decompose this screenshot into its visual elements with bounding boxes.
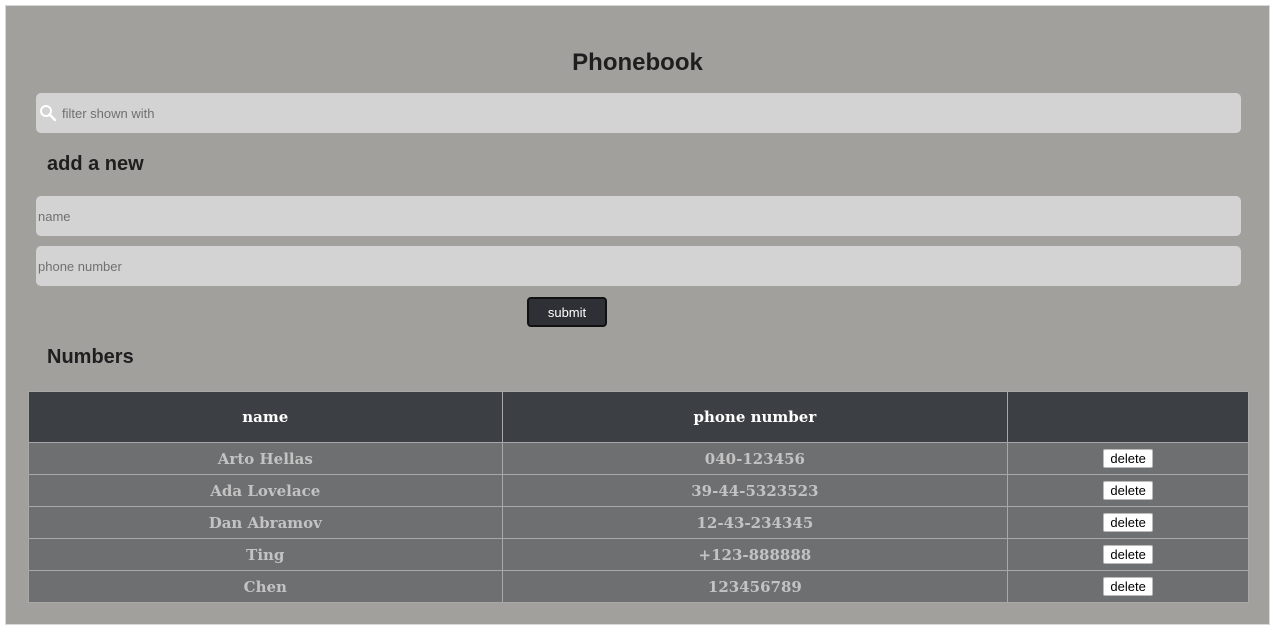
action-cell: delete — [1007, 570, 1249, 603]
column-header-phone-number: phone number — [501, 391, 1009, 443]
person-number: 040-123456 — [501, 442, 1009, 475]
search-icon — [40, 105, 57, 122]
table-row: Arto Hellas 040-123456 delete — [28, 442, 1249, 475]
numbers-heading: Numbers — [47, 346, 134, 368]
delete-button[interactable]: delete — [1103, 545, 1153, 564]
action-cell: delete — [1007, 506, 1249, 539]
filter-bar — [36, 93, 1241, 133]
phone-number-input[interactable] — [36, 246, 1241, 286]
name-input[interactable] — [36, 196, 1241, 236]
delete-button[interactable]: delete — [1103, 449, 1153, 468]
person-number: 12-43-234345 — [501, 506, 1009, 539]
delete-button[interactable]: delete — [1103, 577, 1153, 596]
table-header-row: name phone number — [28, 391, 1249, 443]
person-name: Dan Abramov — [28, 506, 503, 539]
table-row: Ting +123-888888 delete — [28, 538, 1249, 571]
action-cell: delete — [1007, 442, 1249, 475]
person-number: 39-44-5323523 — [501, 474, 1009, 507]
page-title: Phonebook — [572, 49, 703, 76]
person-name: Chen — [28, 570, 503, 603]
column-header-actions — [1007, 391, 1249, 443]
table-row: Chen 123456789 delete — [28, 570, 1249, 603]
person-name: Arto Hellas — [28, 442, 503, 475]
person-number: 123456789 — [501, 570, 1009, 603]
table-row: Ada Lovelace 39-44-5323523 delete — [28, 474, 1249, 507]
column-header-name: name — [28, 391, 503, 443]
numbers-table: name phone number Arto Hellas 040-123456… — [28, 391, 1249, 603]
table-row: Dan Abramov 12-43-234345 delete — [28, 506, 1249, 539]
person-number: +123-888888 — [501, 538, 1009, 571]
filter-input[interactable] — [58, 93, 1236, 133]
phonebook-app: Phonebook add a new submit Numbers name … — [5, 5, 1270, 625]
submit-button[interactable]: submit — [527, 297, 607, 327]
person-name: Ting — [28, 538, 503, 571]
add-new-heading: add a new — [47, 153, 144, 175]
delete-button[interactable]: delete — [1103, 513, 1153, 532]
delete-button[interactable]: delete — [1103, 481, 1153, 500]
action-cell: delete — [1007, 538, 1249, 571]
person-name: Ada Lovelace — [28, 474, 503, 507]
action-cell: delete — [1007, 474, 1249, 507]
